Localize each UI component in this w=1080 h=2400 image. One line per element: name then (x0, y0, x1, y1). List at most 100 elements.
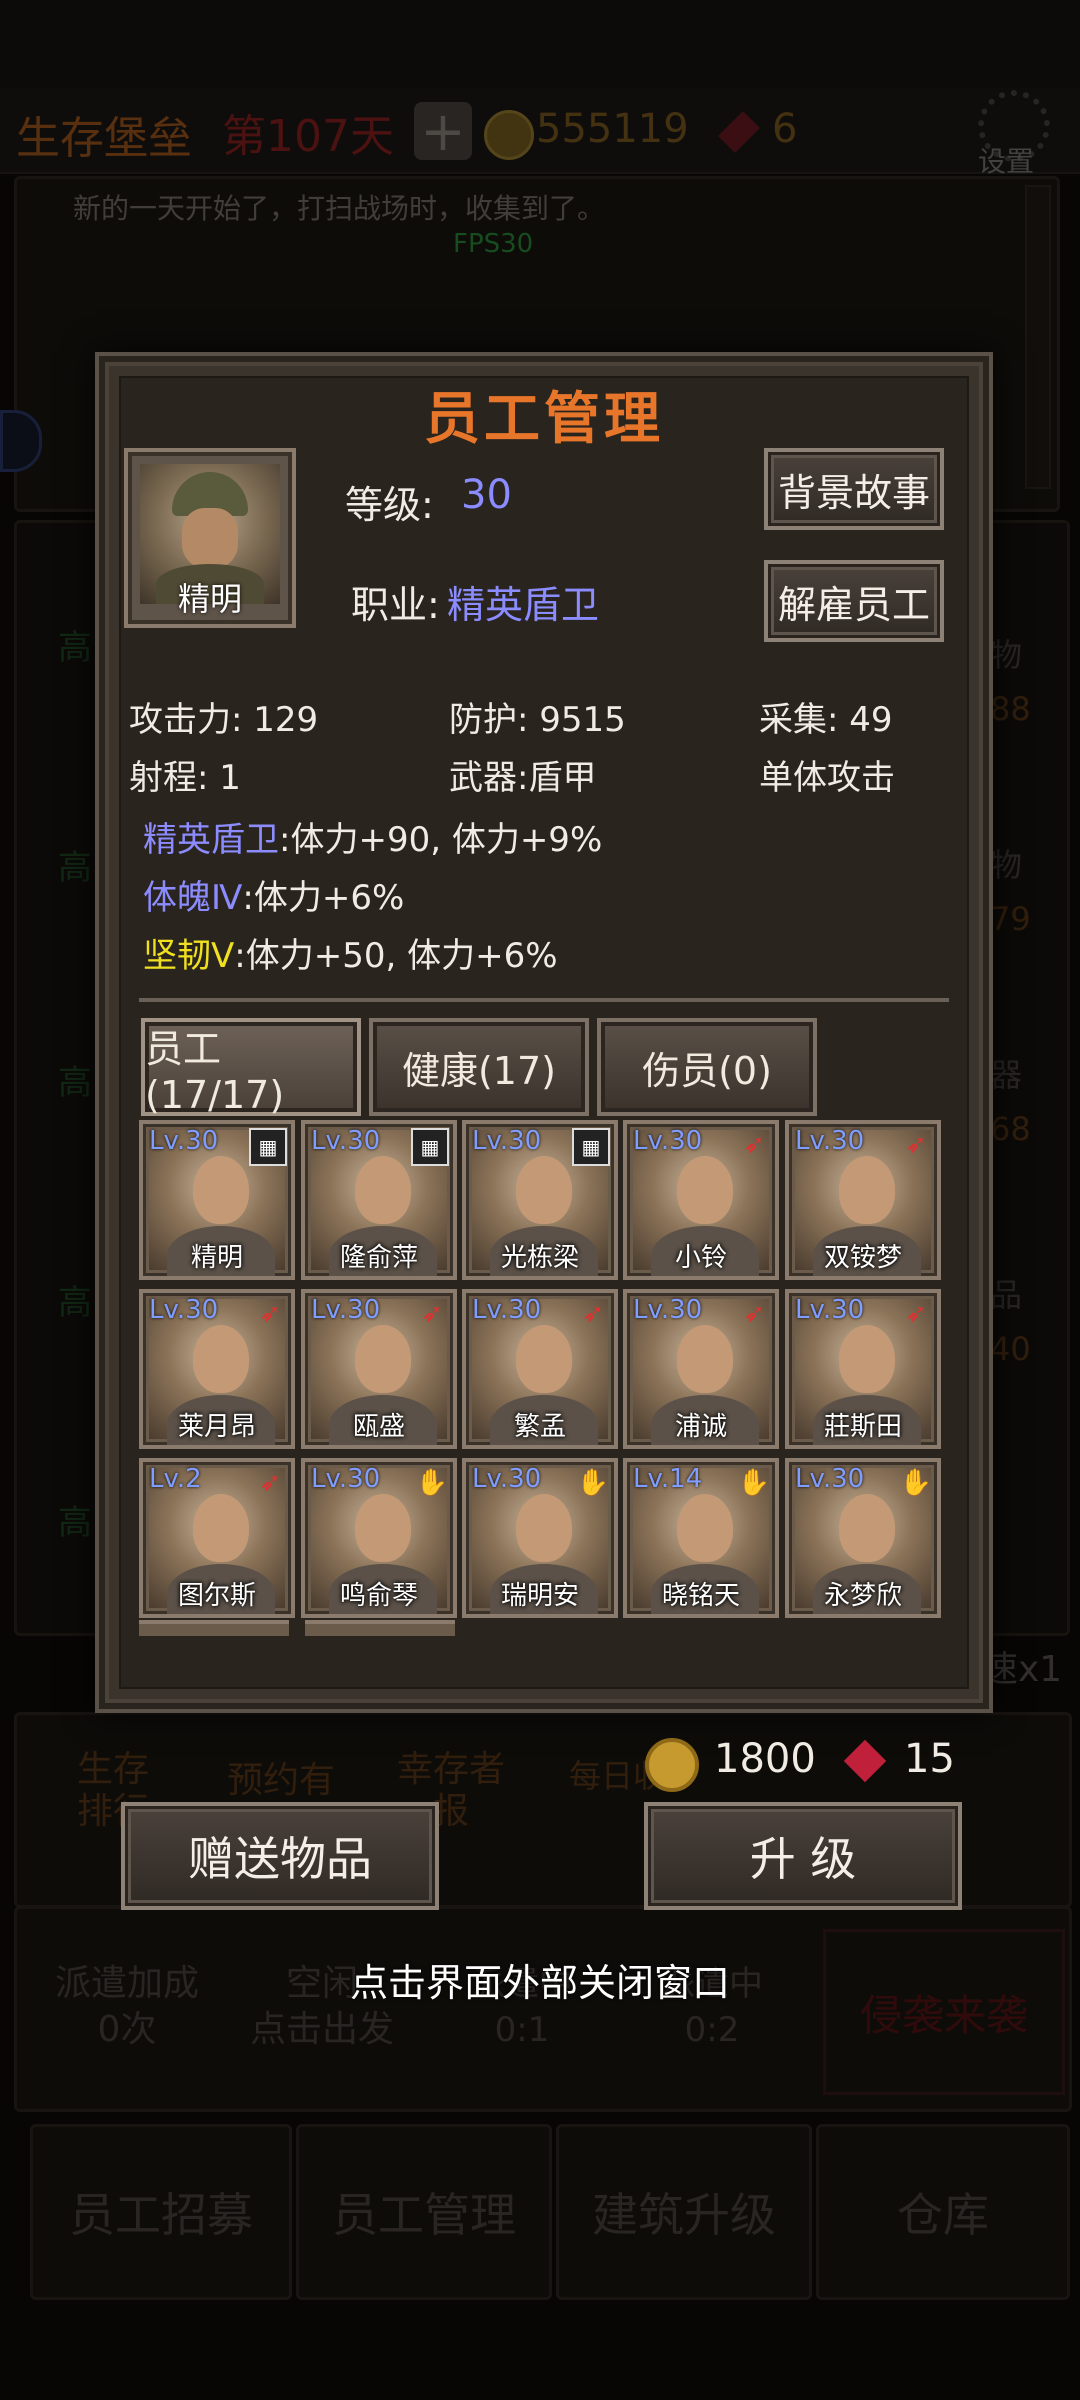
close-hint: 点击界面外部关闭窗口 (349, 1961, 730, 2005)
gift-item-button[interactable]: 赠送物品 (121, 1802, 439, 1910)
shield-icon: ▦ (411, 1128, 449, 1166)
employee-name: 鸣俞琴 (339, 1581, 418, 1611)
selected-name: 精明 (177, 580, 242, 618)
bow-icon: ➶ (905, 1130, 927, 1160)
face (839, 1156, 895, 1224)
trait-effect: :体力+90, 体力+9% (279, 820, 603, 860)
face (193, 1325, 249, 1393)
level-label: 等级: (345, 483, 434, 527)
selected-portrait: 精明 (124, 448, 296, 628)
employee-management-dialog: 员工管理 精明 等级: 30 职业: 精英盾卫 背景故事 解雇员工 攻击力: 1… (95, 352, 993, 1713)
employee-level: Lv.2 (149, 1464, 202, 1494)
upgrade-button[interactable]: 升 级 (644, 1802, 962, 1910)
bow-icon: ➶ (421, 1299, 443, 1329)
grid-partial-row (305, 1620, 455, 1636)
bow-icon: ➶ (743, 1299, 765, 1329)
bow-icon: ➶ (582, 1299, 604, 1329)
employee-name: 图尔斯 (177, 1581, 256, 1611)
employee-card[interactable]: Lv.30 ➶ 莊斯田 (785, 1289, 941, 1449)
employee-name: 小铃 (674, 1243, 727, 1273)
tab-healthy[interactable]: 健康(17) (369, 1018, 589, 1116)
trait-effect: :体力+50, 体力+6% (234, 936, 558, 976)
trait-name: 精英盾卫 (143, 820, 279, 860)
employee-card[interactable]: Lv.14 ✋ 晓铭天 (623, 1458, 779, 1618)
stat-weapon: 武器:盾甲 (449, 758, 597, 798)
face (516, 1156, 572, 1224)
job-label: 职业: (351, 583, 440, 627)
face (677, 1156, 733, 1224)
employee-card[interactable]: Lv.2 ➶ 图尔斯 (139, 1458, 295, 1618)
face (677, 1325, 733, 1393)
stat-gather: 采集: 49 (759, 700, 893, 740)
employee-level: Lv.30 (472, 1126, 542, 1156)
employee-name: 双铵梦 (823, 1243, 902, 1273)
trait-name: 坚韧Ⅴ (143, 936, 235, 976)
employee-card[interactable]: Lv.30 ➶ 浦诚 (623, 1289, 779, 1449)
face (839, 1494, 895, 1562)
employee-name: 晓铭天 (661, 1581, 740, 1611)
employee-name: 瑞明安 (500, 1581, 579, 1611)
stat-attack: 攻击力: 129 (129, 700, 319, 740)
glove-icon: ✋ (576, 1468, 610, 1498)
glove-icon: ✋ (415, 1468, 449, 1498)
level-value: 30 (461, 472, 512, 518)
employee-card[interactable]: Lv.30 ➶ 双铵梦 (785, 1120, 941, 1280)
employee-card[interactable]: Lv.30 ▦ 光栋梁 (462, 1120, 618, 1280)
face (677, 1494, 733, 1562)
stat-attack-type: 单体攻击 (759, 758, 895, 798)
face (193, 1156, 249, 1224)
employee-card[interactable]: Lv.30 ✋ 瑞明安 (462, 1458, 618, 1618)
divider (139, 998, 949, 1002)
employee-name: 繁孟 (513, 1412, 566, 1442)
employee-name: 永梦欣 (823, 1581, 902, 1611)
employee-level: Lv.30 (472, 1464, 542, 1494)
employee-name: 莊斯田 (823, 1412, 902, 1442)
fire-employee-button[interactable]: 解雇员工 (764, 560, 944, 642)
bow-icon: ➶ (259, 1299, 281, 1329)
tab-employees[interactable]: 员工(17/17) (141, 1018, 361, 1117)
grid-partial-row (139, 1620, 289, 1636)
employee-name: 精明 (190, 1243, 243, 1273)
bow-icon: ➶ (259, 1468, 281, 1498)
job-value: 精英盾卫 (447, 583, 600, 627)
employee-level: Lv.30 (149, 1126, 219, 1156)
face (355, 1325, 411, 1393)
stat-range: 射程: 1 (129, 758, 241, 798)
employee-name: 莱月昂 (177, 1412, 256, 1442)
background-story-button[interactable]: 背景故事 (764, 448, 944, 530)
employee-card[interactable]: Lv.30 ✋ 鸣俞琴 (301, 1458, 457, 1618)
dialog-title: 员工管理 (424, 387, 664, 452)
face (193, 1494, 249, 1562)
employee-card[interactable]: Lv.30 ▦ 隆俞萍 (301, 1120, 457, 1280)
tab-injured[interactable]: 伤员(0) (597, 1018, 817, 1116)
employee-level: Lv.30 (795, 1464, 865, 1494)
trait-name: 体魄Ⅳ (143, 878, 243, 918)
employee-name: 光栋梁 (500, 1243, 579, 1273)
employee-card[interactable]: Lv.30 ➶ 莱月昂 (139, 1289, 295, 1449)
employee-card[interactable]: Lv.30 ➶ 瓯盛 (301, 1289, 457, 1449)
employee-level: Lv.30 (311, 1464, 381, 1494)
upgrade-cost-gold: 1800 (714, 1736, 816, 1782)
employee-level: Lv.30 (795, 1126, 865, 1156)
trait-row: 坚韧Ⅴ:体力+50, 体力+6% (143, 928, 558, 977)
employee-card[interactable]: Lv.30 ➶ 小铃 (623, 1120, 779, 1280)
face (516, 1494, 572, 1562)
employee-card[interactable]: Lv.30 ▦ 精明 (139, 1120, 295, 1280)
trait-row: 精英盾卫:体力+90, 体力+9% (143, 812, 602, 861)
employee-name: 隆俞萍 (339, 1243, 418, 1273)
trait-effect: :体力+6% (242, 878, 405, 918)
glove-icon: ✋ (737, 1468, 771, 1498)
employee-level: Lv.30 (795, 1295, 865, 1325)
employee-level: Lv.30 (149, 1295, 219, 1325)
employee-name: 瓯盛 (352, 1412, 405, 1442)
trait-row: 体魄Ⅳ:体力+6% (143, 870, 404, 919)
employee-level: Lv.30 (311, 1126, 381, 1156)
employee-level: Lv.30 (472, 1295, 542, 1325)
employee-card[interactable]: Lv.30 ➶ 繁孟 (462, 1289, 618, 1449)
shield-icon: ▦ (572, 1128, 610, 1166)
employee-name: 浦诚 (674, 1412, 727, 1442)
glove-icon: ✋ (899, 1468, 933, 1498)
employee-level: Lv.30 (633, 1295, 703, 1325)
employee-card[interactable]: Lv.30 ✋ 永梦欣 (785, 1458, 941, 1618)
employee-level: Lv.30 (311, 1295, 381, 1325)
